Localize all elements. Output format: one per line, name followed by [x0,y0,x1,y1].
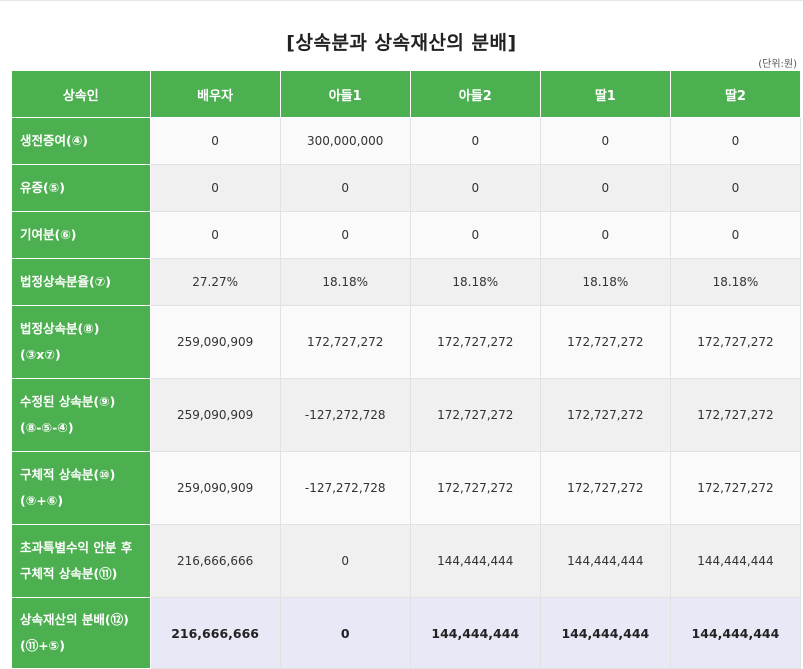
inheritance-table: 상속인 배우자 아들1 아들2 딸1 딸2 생전증여(④) 0 300,000,… [12,71,802,669]
row-label-line: 수정된 상속분(⑨) [20,394,116,409]
row-label-after-excess-distribution: 초과특별수익 안분 후구체적 상속분(⑪) [12,524,151,598]
row-label-line: 생전증여(④) [20,133,89,148]
table-cell: 18.18% [410,258,541,306]
table-cell: 0 [150,117,281,165]
table-cell: 0 [670,211,802,259]
unit-note: (단위:원) [758,59,797,70]
table-cell: -127,272,728 [280,378,411,452]
row-label-line: 유증(⑤) [20,180,66,195]
table-cell: 0 [540,117,671,165]
row-label-line: 법정상속분율(⑦) [20,274,112,289]
table-cell: -127,272,728 [280,451,411,525]
row-label-legal-share-rate: 법정상속분율(⑦) [12,258,151,306]
table-cell: 0 [410,164,541,212]
table-cell: 144,444,444 [410,524,541,598]
table-cell: 172,727,272 [670,451,802,525]
table-row: 구체적 상속분(⑩) (⑨+⑥) 259,090,909 -127,272,728… [12,451,802,525]
table-cell: 0 [280,164,411,212]
table-cell: 259,090,909 [150,378,281,452]
table-cell: 27.27% [150,258,281,306]
table-row: 기여분(⑥) 0 0 0 0 0 [12,211,802,259]
row-label-formula: (⑨+⑥) [20,493,64,508]
table-cell: 259,090,909 [150,305,281,379]
table-cell: 172,727,272 [670,305,802,379]
column-header-spouse: 배우자 [150,71,281,118]
row-label-line: 상속재산의 분배(⑫) [20,612,129,627]
row-label-formula: (③x⑦) [20,347,61,362]
page-title: [상속분과 상속재산의 분배] [286,32,517,54]
table-cell: 172,727,272 [670,378,802,452]
table-row: 법정상속분율(⑦) 27.27% 18.18% 18.18% 18.18% 18… [12,258,802,306]
row-label-line: 초과특별수익 안분 후 [20,540,133,555]
table-cell: 172,727,272 [410,451,541,525]
column-header-son2: 아들2 [410,71,541,118]
row-label-formula: (⑪+⑤) [20,638,65,653]
table-cell: 0 [150,211,281,259]
table-cell: 144,444,444 [540,524,671,598]
table-cell: 18.18% [540,258,671,306]
table-cell: 0 [410,211,541,259]
table-row: 초과특별수익 안분 후구체적 상속분(⑪) 216,666,666 0 144,… [12,524,802,598]
table-cell: 144,444,444 [670,524,802,598]
table-row: 법정상속분(⑧) (③x⑦) 259,090,909 172,727,272 17… [12,305,802,379]
row-label-modified-share: 수정된 상속분(⑨) (⑧-⑤-④) [12,378,151,452]
table-cell: 0 [280,524,411,598]
table-cell: 0 [410,117,541,165]
row-label-legal-share: 법정상속분(⑧) (③x⑦) [12,305,151,379]
table-cell: 172,727,272 [540,305,671,379]
table-cell: 259,090,909 [150,451,281,525]
table-cell: 172,727,272 [540,378,671,452]
column-header-daughter2: 딸2 [670,71,802,118]
row-label-lifetime-gift: 생전증여(④) [12,117,151,165]
table-cell: 0 [670,164,802,212]
row-label-line: 법정상속분(⑧) [20,321,100,336]
header-row: 상속인 배우자 아들1 아들2 딸1 딸2 [12,71,802,118]
row-label-formula: (⑧-⑤-④) [20,420,74,435]
table-cell: 0 [540,211,671,259]
table-cell: 0 [280,211,411,259]
table-row: 생전증여(④) 0 300,000,000 0 0 0 [12,117,802,165]
table-cell: 0 [670,117,802,165]
column-header-daughter1: 딸1 [540,71,671,118]
table-cell: 172,727,272 [540,451,671,525]
table-cell: 18.18% [280,258,411,306]
row-label-bequest: 유증(⑤) [12,164,151,212]
table-cell: 0 [150,164,281,212]
table-cell: 172,727,272 [410,378,541,452]
row-label-contribution: 기여분(⑥) [12,211,151,259]
top-divider [0,0,803,1]
table-cell: 172,727,272 [280,305,411,379]
table-row: 유증(⑤) 0 0 0 0 0 [12,164,802,212]
table-cell: 216,666,666 [150,524,281,598]
column-header-son1: 아들1 [280,71,411,118]
table-cell: 0 [540,164,671,212]
row-label-line: 기여분(⑥) [20,227,77,242]
row-label-line-2: 구체적 상속분(⑪) [20,566,118,581]
table-cell: 300,000,000 [280,117,411,165]
column-header-heir: 상속인 [12,71,151,118]
row-label-specific-share: 구체적 상속분(⑩) (⑨+⑥) [12,451,151,525]
table-cell: 172,727,272 [410,305,541,379]
table-cell: 18.18% [670,258,802,306]
row-label-line: 구체적 상속분(⑩) [20,467,116,482]
table-row: 수정된 상속분(⑨) (⑧-⑤-④) 259,090,909 -127,272,7… [12,378,802,452]
